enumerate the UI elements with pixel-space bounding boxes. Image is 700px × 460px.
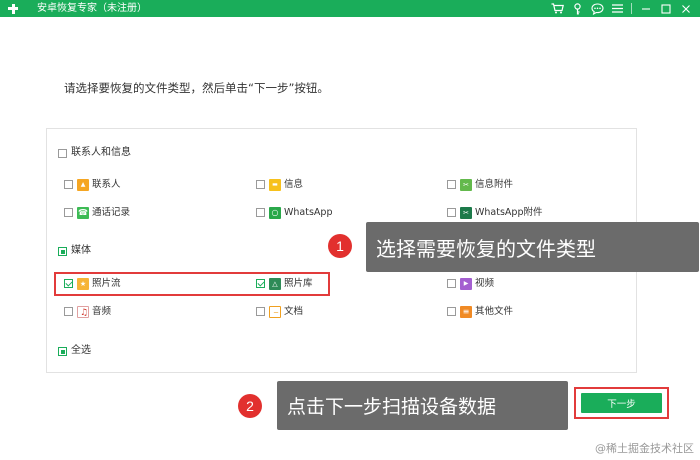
watermark: @稀土掘金技术社区 [595, 442, 694, 455]
file-type-label: 通话记录 [92, 207, 131, 218]
whatsapp-icon [269, 207, 281, 219]
file-type-label: 照片库 [284, 278, 313, 289]
file-type-label: 音频 [92, 306, 112, 317]
instruction-text: 请选择要恢复的文件类型，然后单击“下一步”按钮。 [64, 81, 329, 95]
checkbox[interactable] [447, 208, 456, 217]
contact-icon [77, 179, 89, 191]
checkbox[interactable] [256, 279, 265, 288]
checkbox[interactable] [256, 208, 265, 217]
cart-icon[interactable] [549, 0, 566, 17]
file-type-label: 照片流 [92, 278, 121, 289]
menu-icon[interactable] [609, 0, 626, 17]
callout-1-text: 选择需要恢复的文件类型 [366, 222, 699, 272]
audio-icon [77, 306, 90, 319]
message-icon [269, 179, 281, 191]
call-log-icon [77, 207, 89, 219]
file-type-label: WhatsApp附件 [475, 207, 543, 218]
minimize-icon[interactable] [637, 0, 654, 17]
other-files-icon [460, 306, 472, 318]
next-button-highlight: 下一步 [574, 387, 669, 419]
select-all-label: 全选 [71, 345, 91, 356]
video-icon [460, 278, 472, 290]
group-checkbox-media[interactable] [58, 247, 67, 256]
group-checkbox-contacts[interactable] [58, 149, 67, 158]
checkbox[interactable] [64, 208, 73, 217]
maximize-icon[interactable] [657, 0, 674, 17]
attachment-icon [460, 179, 472, 191]
checkbox[interactable] [64, 307, 73, 316]
photo-stream-icon [77, 278, 89, 290]
file-type-label: 联系人 [92, 179, 121, 190]
file-type-label: 信息附件 [475, 179, 514, 190]
title-bar: 安卓恢复专家（未注册） [0, 0, 700, 17]
callout-2-badge: 2 [238, 394, 262, 418]
file-type-label: WhatsApp [284, 207, 333, 218]
next-button[interactable]: 下一步 [581, 393, 662, 413]
app-title: 安卓恢复专家（未注册） [37, 3, 147, 14]
checkbox[interactable] [64, 180, 73, 189]
select-all-checkbox[interactable] [58, 347, 67, 356]
checkbox[interactable] [447, 180, 456, 189]
file-type-label: 信息 [284, 179, 304, 190]
file-type-label: 文档 [284, 306, 304, 317]
callout-1-badge: 1 [328, 234, 352, 258]
whatsapp-attachment-icon [460, 207, 472, 219]
title-bar-controls [549, 0, 694, 17]
file-type-label: 其他文件 [475, 306, 514, 317]
key-icon[interactable] [569, 0, 586, 17]
group-label-media: 媒体 [71, 245, 91, 256]
title-bar-separator [631, 3, 632, 14]
checkbox[interactable] [64, 279, 73, 288]
callout-2-text: 点击下一步扫描设备数据 [277, 381, 568, 430]
file-type-label: 视频 [475, 278, 495, 289]
checkbox[interactable] [447, 279, 456, 288]
checkbox[interactable] [256, 180, 265, 189]
app-logo-plus-icon [6, 0, 20, 17]
close-icon[interactable] [677, 0, 694, 17]
document-icon [269, 306, 282, 319]
chat-icon[interactable] [589, 0, 606, 17]
group-label-contacts: 联系人和信息 [71, 147, 131, 158]
checkbox[interactable] [256, 307, 265, 316]
checkbox[interactable] [447, 307, 456, 316]
photo-library-icon [269, 278, 281, 290]
